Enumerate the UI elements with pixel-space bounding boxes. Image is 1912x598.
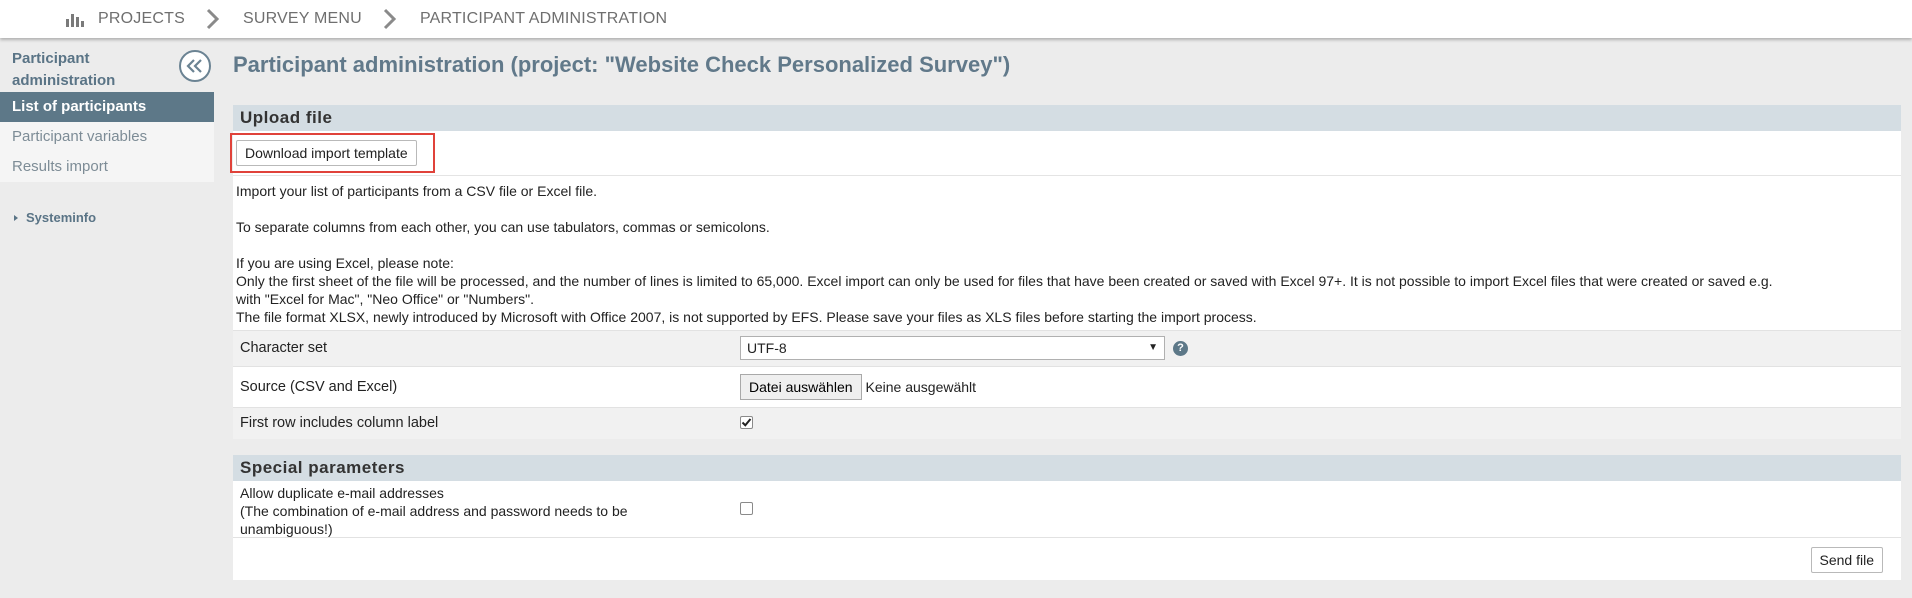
sidebar-item-systeminfo[interactable]: Systeminfo xyxy=(14,210,96,225)
sidebar-item-list-of-participants[interactable]: List of participants xyxy=(0,92,214,122)
download-template-row: Download import template xyxy=(230,131,1901,176)
collapse-sidebar-button[interactable] xyxy=(179,50,211,82)
download-import-template-button[interactable]: Download import template xyxy=(236,140,417,166)
instruction-text: The file format XLSX, newly introduced b… xyxy=(236,309,1257,325)
import-instructions: Import your list of participants from a … xyxy=(233,176,1901,330)
double-chevron-left-icon xyxy=(186,59,202,73)
checkmark-icon xyxy=(741,418,752,427)
systeminfo-label: Systeminfo xyxy=(26,210,97,225)
sidebar-header: Participant administration xyxy=(0,38,214,92)
allow-duplicate-email-checkbox[interactable] xyxy=(740,502,753,515)
character-set-label: Character set xyxy=(240,340,328,356)
choose-file-button[interactable]: Datei auswählen xyxy=(740,374,862,400)
duplicate-email-label: Allow duplicate e-mail addresses (The co… xyxy=(240,485,628,537)
first-row-label: First row includes column label xyxy=(240,415,439,431)
send-file-button[interactable]: Send file xyxy=(1810,547,1883,573)
special-parameters-panel: Special parameters Allow duplicate e-mai… xyxy=(233,455,1901,580)
breadcrumb-projects[interactable]: PROJECTS xyxy=(98,10,185,28)
character-set-select[interactable]: UTF-8 ▼ xyxy=(740,336,1165,360)
sidebar: Participant administration List of parti… xyxy=(0,38,214,598)
sidebar-item-results-import[interactable]: Results import xyxy=(0,152,214,182)
first-row-checkbox[interactable] xyxy=(740,416,753,429)
expand-triangle-icon xyxy=(14,214,18,221)
breadcrumb-survey-menu[interactable]: SURVEY MENU xyxy=(243,10,362,28)
character-set-row: Character set UTF-8 ▼ ? xyxy=(233,330,1901,366)
instruction-text: Only the first sheet of the file will be… xyxy=(236,273,1773,289)
instruction-text: Import your list of participants from a … xyxy=(236,183,598,199)
help-icon[interactable]: ? xyxy=(1173,340,1188,356)
sidebar-item-participant-variables[interactable]: Participant variables xyxy=(0,122,214,152)
upload-file-heading: Upload file xyxy=(233,105,1901,131)
instruction-text: with "Excel for Mac", "Neo Office" or "N… xyxy=(236,291,534,307)
first-row-label-row: First row includes column label xyxy=(233,407,1901,439)
chevron-right-icon xyxy=(203,7,223,31)
sidebar-title[interactable]: Participant administration xyxy=(12,48,162,92)
send-file-row: Send file xyxy=(233,537,1901,580)
breadcrumb-participant-administration[interactable]: PARTICIPANT ADMINISTRATION xyxy=(420,10,667,28)
upload-file-panel: Upload file Download import template Imp… xyxy=(230,105,1901,439)
special-parameters-heading: Special parameters xyxy=(233,455,1901,481)
dropdown-arrow-icon: ▼ xyxy=(1148,342,1158,353)
duplicate-email-row: Allow duplicate e-mail addresses (The co… xyxy=(233,481,1901,537)
page-title: Participant administration (project: "We… xyxy=(233,52,1011,77)
breadcrumb: PROJECTS SURVEY MENU PARTICIPANT ADMINIS… xyxy=(66,0,667,38)
character-set-value: UTF-8 xyxy=(747,340,787,356)
instruction-text: To separate columns from each other, you… xyxy=(236,219,770,235)
sidebar-menu: List of participants Participant variabl… xyxy=(0,92,214,182)
top-navigation-bar: PROJECTS SURVEY MENU PARTICIPANT ADMINIS… xyxy=(0,0,1912,38)
source-row: Source (CSV and Excel) Datei auswählen K… xyxy=(233,366,1901,407)
source-label: Source (CSV and Excel) xyxy=(240,379,398,395)
bar-chart-icon xyxy=(66,11,84,27)
instruction-text: If you are using Excel, please note: xyxy=(236,255,454,271)
chevron-right-icon xyxy=(380,7,400,31)
no-file-selected-text: Keine ausgewählt xyxy=(865,379,977,395)
